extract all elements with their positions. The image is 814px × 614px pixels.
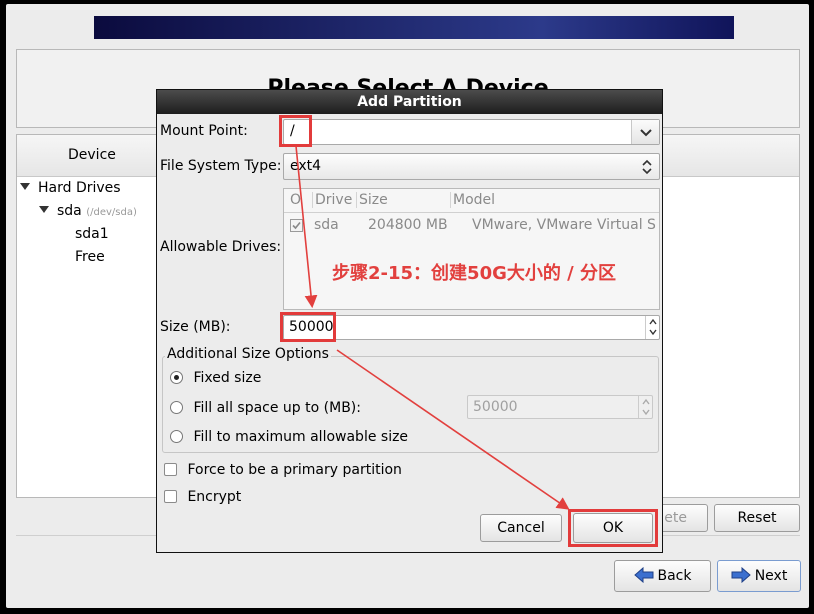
arrow-mount-to-size [295, 145, 318, 309]
arrow-size-to-ok [336, 349, 570, 510]
annotation-arrows [295, 145, 570, 510]
